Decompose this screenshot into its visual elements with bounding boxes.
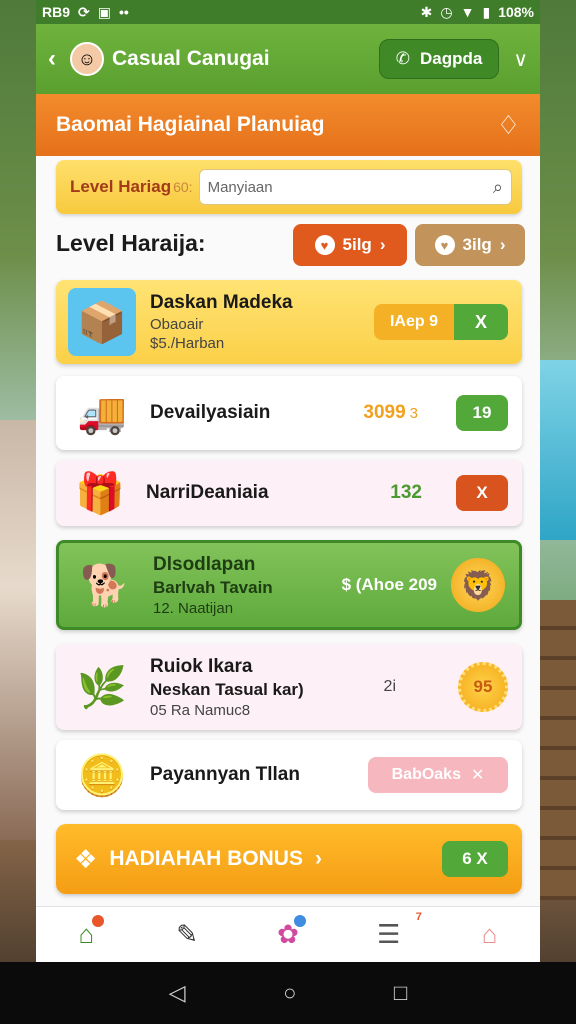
- shield-icon: ♥: [314, 235, 335, 255]
- filter-pill-1[interactable]: ♥ 5ilg ›: [293, 224, 407, 266]
- bonus-badge[interactable]: 6 X: [442, 841, 508, 877]
- search-row: Level Hariag 60: Manyiaan ⌕: [56, 160, 522, 214]
- main-content: Level Hariag 60: Manyiaan ⌕ Level Haraija…: [36, 156, 540, 906]
- document-icon[interactable]: ☰ 7: [367, 911, 422, 957]
- truck-icon: 🚚: [77, 391, 127, 436]
- item-value: 3099: [363, 402, 406, 423]
- item-action-group: IAep 9 X: [373, 304, 508, 340]
- battery-icon: ▮: [482, 3, 491, 20]
- status-bar: RB9 ⟳ ▣ •• ✱ ◷ ▼ ▮ 108%: [36, 0, 540, 24]
- chevron-right-icon: ›: [499, 235, 506, 254]
- more-icon: ••: [118, 4, 129, 20]
- battery-percent: 108%: [498, 4, 534, 20]
- background-deck: [536, 600, 576, 900]
- notification-icon: ▣: [97, 3, 111, 20]
- item-action-button[interactable]: IAep 9: [373, 304, 454, 340]
- banner: Baomai Hagiainal Planuiag ♢: [36, 94, 540, 156]
- chevron-right-icon: ›: [379, 235, 386, 254]
- item-action-button[interactable]: BabOaks ✕: [368, 757, 508, 793]
- back-nav-icon[interactable]: ◁: [169, 980, 186, 1006]
- app-title: Casual Canugai: [112, 47, 270, 70]
- sync-icon: ⟳: [78, 3, 90, 20]
- list-item-highlighted[interactable]: 🐕 Dlsodlapan Barlvah Tavain 12. Naatijan…: [56, 540, 522, 630]
- background-pool: [536, 360, 576, 540]
- item-badge[interactable]: 19: [456, 395, 508, 431]
- bonus-bar[interactable]: ❖ HADIAHAH BONUS › 6 X: [56, 824, 522, 894]
- list-item[interactable]: 🎁 NarriDeaniaia 132 X: [56, 460, 522, 526]
- bottom-nav: ⌂ ✎ ✿ ☰ 7 ⌂: [36, 906, 540, 962]
- item-price: $ (Ahoe 209: [341, 575, 437, 594]
- status-time: RB9: [42, 4, 71, 20]
- search-icon[interactable]: ⌕: [493, 177, 503, 198]
- background-person: [0, 420, 36, 840]
- call-button[interactable]: ✆ Dagpda: [378, 39, 500, 79]
- chevron-right-icon: ›: [314, 847, 322, 870]
- gift-box-icon: 🎁: [75, 471, 125, 516]
- list-item[interactable]: 📦 Daskan Madeka Obaoair $5./Harban IAep …: [56, 280, 522, 364]
- coin-stack-icon: 🪙: [77, 753, 127, 798]
- list-item[interactable]: 🌿 Ruiok Ikara Neskan Tasual kar) 05 Ra N…: [56, 644, 522, 730]
- section-title: Level Haraija:: [56, 230, 206, 256]
- alarm-icon: ◷: [440, 3, 453, 20]
- filter-pill-2[interactable]: ♥ 3ilg ›: [415, 224, 525, 266]
- bonus-label: HADIAHAH BONUS ›: [109, 847, 322, 870]
- item-close-button[interactable]: X: [454, 304, 508, 340]
- item-value: 132: [390, 482, 422, 503]
- lion-coin-icon[interactable]: 🦁: [451, 558, 505, 612]
- item-remove-button[interactable]: X: [456, 475, 508, 511]
- call-button-label: Dagpda: [420, 49, 483, 68]
- list-item[interactable]: 🪙 Payannyan Tllan BabOaks ✕: [56, 740, 522, 810]
- close-icon: ✕: [470, 767, 485, 784]
- item-badge[interactable]: 95: [458, 662, 508, 712]
- house-icon[interactable]: ⌂: [468, 913, 512, 957]
- list-item[interactable]: 🚚 Devailyasiain 3099 3 19: [56, 376, 522, 450]
- bluetooth-icon: ✱: [420, 3, 433, 20]
- avatar[interactable]: ☺: [70, 42, 104, 76]
- app-bar: ‹ ☺ Casual Canugai ✆ Dagpda ∨: [36, 24, 540, 94]
- gift-icon: ❖: [74, 843, 98, 874]
- back-icon[interactable]: ‹: [48, 45, 68, 73]
- box-icon: 📦: [68, 288, 136, 356]
- recents-nav-icon[interactable]: □: [394, 980, 407, 1006]
- home-icon[interactable]: ⌂: [64, 913, 108, 957]
- chevron-down-icon[interactable]: ∨: [513, 47, 528, 72]
- herb-icon: 🌿: [77, 665, 127, 710]
- item-value-suffix: 3: [409, 404, 418, 422]
- wifi-icon: ▼: [460, 4, 475, 20]
- banner-title: Baomai Hagiainal Planuiag: [56, 113, 325, 136]
- heart-icon: ♥: [434, 235, 455, 255]
- dog-avatar-icon: 🐕: [80, 563, 130, 608]
- chat-icon[interactable]: ✎: [165, 913, 209, 957]
- bell-icon[interactable]: ♢: [497, 110, 520, 141]
- search-input[interactable]: Manyiaan ⌕: [198, 169, 512, 205]
- search-placeholder: Manyiaan: [207, 178, 273, 196]
- phone-icon: ✆: [395, 49, 411, 68]
- item-count: 2i: [383, 678, 396, 695]
- search-label: Level Hariag 60:: [70, 177, 193, 196]
- shop-bag-icon[interactable]: ✿: [266, 913, 310, 957]
- home-nav-icon[interactable]: ○: [283, 980, 296, 1006]
- system-nav-bar: ◁ ○ □: [0, 962, 576, 1024]
